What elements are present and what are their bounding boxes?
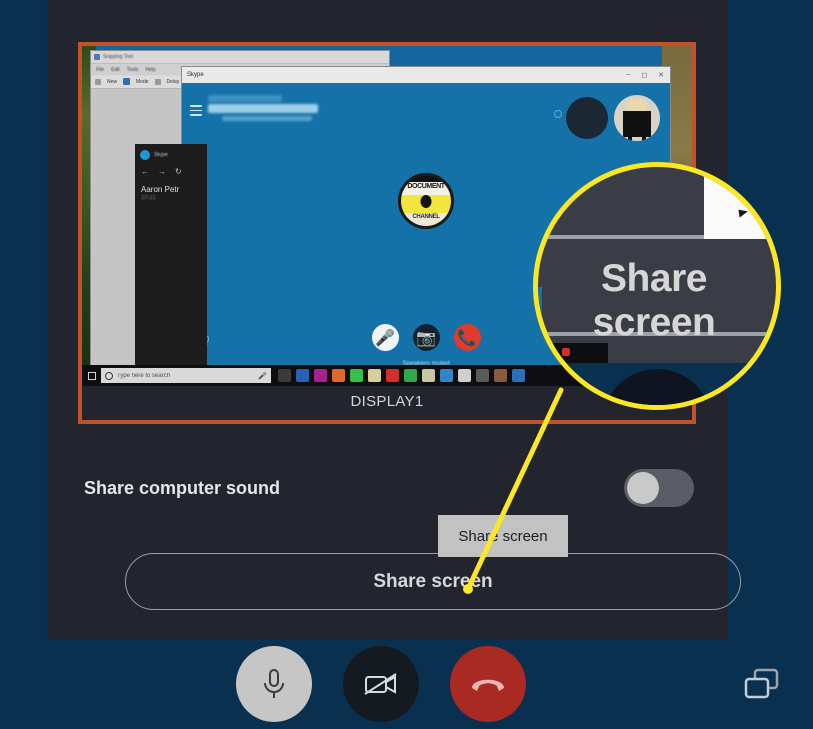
skype-header-line-2 (208, 104, 318, 113)
screen-share-screenshot: Snipping Tool File Edit Tools Help New M… (0, 0, 813, 729)
toolbar-delay: Delay (166, 78, 180, 85)
cortana-search-icon (105, 371, 113, 380)
skype-logo-icon (140, 150, 150, 160)
cursor-arrow-icon (738, 208, 749, 218)
snipping-tool-titlebar: Snipping Tool (91, 51, 389, 64)
taskbar-icon-explorer (296, 369, 309, 382)
taskbar-icon-whatsapp (350, 369, 363, 382)
taskbar-icon-app8 (422, 369, 435, 382)
caller-avatar-logo: DOCUMENT CHANNEL (398, 173, 454, 229)
taskbar-icon-app12 (494, 369, 507, 382)
refresh-icon: ↻ (175, 167, 182, 176)
skype-window-controls: – ◻ ✕ (626, 71, 670, 79)
magnified-call-button-edge (602, 369, 712, 405)
participant-avatar-initial: ‭ (566, 97, 608, 139)
taskbar-icon-skype (440, 369, 453, 382)
share-computer-sound-toggle[interactable] (624, 469, 694, 507)
menu-item-tools: Tools (126, 66, 139, 73)
notification-timestamp: 10:21 (141, 195, 157, 201)
skype-notification-panel: Skype ← → ↻ Aaron Petr 10:21 (135, 144, 207, 386)
skype-microphone-button: 🎤 (371, 324, 399, 351)
menu-item-help: Help (145, 66, 156, 73)
menu-item-edit: Edit (111, 66, 120, 73)
skype-titlebar: Skype – ◻ ✕ (182, 67, 670, 83)
skype-end-call-button: 📞 (453, 324, 481, 351)
participant-avatar-photo (614, 95, 660, 141)
split-view-button[interactable] (741, 665, 785, 705)
share-screen-button[interactable]: Share screen (125, 553, 741, 610)
notification-header: Skype (135, 144, 207, 160)
taskbar-icon-pdf (386, 369, 399, 382)
taskbar-app-icons (278, 369, 525, 382)
delay-icon (154, 78, 161, 85)
back-icon: ← (141, 167, 149, 176)
magnifier-callout: Share screen (533, 162, 781, 410)
camera-off-icon (364, 673, 397, 695)
skype-header: ‭ (182, 83, 670, 141)
notification-navigation: ← → ↻ (135, 160, 207, 176)
microphone-button[interactable] (236, 646, 312, 722)
magnified-app-background (538, 363, 776, 405)
taskbar-icon-firefox (332, 369, 345, 382)
taskbar-icon-app13 (512, 369, 525, 382)
toggle-knob (627, 472, 659, 504)
snipping-tool-icon (94, 54, 100, 60)
taskbar-icon-cloud (458, 369, 471, 382)
maximize-icon: ◻ (641, 72, 648, 79)
snipping-tool-title: Snipping Tool (103, 54, 133, 60)
magnified-tooltip-corner (704, 167, 776, 239)
share-computer-sound-label: Share computer sound (84, 477, 281, 498)
end-call-icon (472, 679, 504, 691)
minimize-icon: – (626, 71, 631, 78)
taskbar-icon-app11 (476, 369, 489, 382)
hamburger-menu-icon (190, 105, 202, 119)
taskbar-icon-excel (404, 369, 417, 382)
notification-contact-name: Aaron Petr (141, 185, 180, 194)
skype-header-line-1 (208, 95, 282, 102)
camera-button[interactable] (343, 646, 419, 722)
new-snip-icon (95, 78, 101, 85)
start-button-icon (84, 371, 99, 380)
skype-info-icon (554, 110, 562, 118)
call-control-bar (0, 640, 813, 729)
skype-header-line-3 (222, 116, 312, 121)
microphone-icon (264, 669, 284, 698)
share-computer-sound-row: Share computer sound (84, 458, 694, 518)
taskbar-icon-taskview (278, 369, 291, 382)
skype-window-title: Skype (187, 72, 204, 78)
cortana-mic-icon: 🎤 (258, 372, 267, 380)
taskbar-search-placeholder: Type here to search (117, 372, 171, 379)
share-screen-tooltip: Share screen (438, 515, 568, 557)
notification-app-name: Skype (154, 152, 168, 158)
end-call-button[interactable] (450, 646, 526, 722)
taskbar-icon-store (314, 369, 327, 382)
skype-camera-button: 📷 (412, 324, 440, 351)
magnified-share-screen-label: Share screen (592, 257, 716, 344)
forward-icon: → (158, 167, 166, 176)
mode-icon (123, 78, 131, 85)
call-control-buttons (236, 646, 526, 722)
toolbar-new: New (107, 78, 118, 85)
magnified-taskbar (538, 343, 608, 363)
taskbar-icon-folder (368, 369, 381, 382)
taskbar-search-box: Type here to search 🎤 (101, 368, 271, 383)
close-icon: ✕ (658, 72, 664, 79)
menu-item-file: File (96, 66, 105, 73)
toolbar-mode: Mode (136, 78, 149, 85)
